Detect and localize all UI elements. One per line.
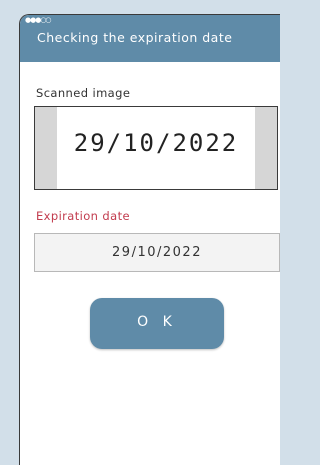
phone-screen: ●●●○○ Checking the expiration date Scann… (19, 14, 280, 465)
expiration-date-label: Expiration date (36, 209, 130, 223)
ok-button-label: O K (137, 314, 177, 330)
signal-strength-icon: ●●●○○ (25, 16, 52, 24)
scanned-image: 29/10/2022 (34, 106, 278, 190)
expiration-date-field[interactable]: 29/10/2022 (34, 233, 280, 272)
page-title: Checking the expiration date (37, 30, 233, 45)
expiration-date-value: 29/10/2022 (112, 245, 202, 260)
ok-button[interactable]: O K (90, 298, 224, 349)
header-bar: ●●●○○ Checking the expiration date (20, 15, 280, 62)
scanned-image-paper: 29/10/2022 (57, 107, 255, 189)
scanned-image-label: Scanned image (36, 86, 131, 100)
scanned-date-text: 29/10/2022 (73, 129, 239, 157)
